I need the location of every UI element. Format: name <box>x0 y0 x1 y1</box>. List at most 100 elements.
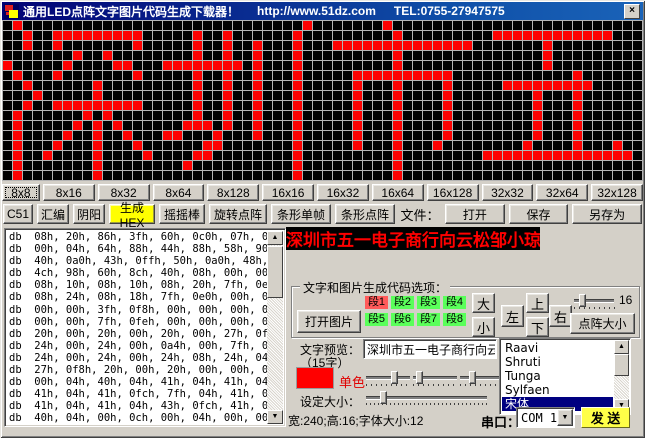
led-cell[interactable] <box>603 131 612 140</box>
move-right-button[interactable]: 右 <box>549 305 572 327</box>
move-left-button[interactable]: 左 <box>501 305 524 327</box>
led-cell[interactable] <box>313 131 322 140</box>
led-cell[interactable] <box>313 61 322 70</box>
led-cell[interactable] <box>303 91 312 100</box>
led-cell[interactable] <box>323 131 332 140</box>
led-cell[interactable] <box>123 41 132 50</box>
led-cell[interactable] <box>173 31 182 40</box>
led-cell[interactable] <box>323 31 332 40</box>
led-cell[interactable] <box>483 81 492 90</box>
led-cell[interactable] <box>273 91 282 100</box>
led-cell[interactable] <box>113 141 122 150</box>
led-cell[interactable] <box>413 141 422 150</box>
led-cell[interactable] <box>143 21 152 30</box>
led-cell[interactable] <box>363 71 372 80</box>
led-cell[interactable] <box>163 161 172 170</box>
led-cell[interactable] <box>523 121 532 130</box>
led-cell[interactable] <box>493 161 502 170</box>
led-cell[interactable] <box>213 61 222 70</box>
led-cell[interactable] <box>143 151 152 160</box>
led-cell[interactable] <box>83 91 92 100</box>
led-cell[interactable] <box>633 51 642 60</box>
led-cell[interactable] <box>213 141 222 150</box>
led-cell[interactable] <box>553 101 562 110</box>
led-cell[interactable] <box>553 41 562 50</box>
led-cell[interactable] <box>283 41 292 50</box>
led-cell[interactable] <box>183 101 192 110</box>
led-cell[interactable] <box>493 61 502 70</box>
led-cell[interactable] <box>203 101 212 110</box>
led-cell[interactable] <box>113 51 122 60</box>
led-cell[interactable] <box>493 71 502 80</box>
led-cell[interactable] <box>633 21 642 30</box>
led-cell[interactable] <box>503 21 512 30</box>
led-cell[interactable] <box>423 41 432 50</box>
led-cell[interactable] <box>283 101 292 110</box>
led-cell[interactable] <box>23 141 32 150</box>
led-cell[interactable] <box>233 161 242 170</box>
led-cell[interactable] <box>373 141 382 150</box>
led-cell[interactable] <box>613 81 622 90</box>
led-cell[interactable] <box>143 71 152 80</box>
led-cell[interactable] <box>303 111 312 120</box>
led-cell[interactable] <box>133 111 142 120</box>
led-cell[interactable] <box>213 161 222 170</box>
led-cell[interactable] <box>123 111 132 120</box>
led-cell[interactable] <box>223 31 232 40</box>
led-cell[interactable] <box>173 81 182 90</box>
led-cell[interactable] <box>133 21 142 30</box>
file-button-2[interactable]: 保存 <box>509 204 569 224</box>
led-cell[interactable] <box>73 91 82 100</box>
led-cell[interactable] <box>263 151 272 160</box>
led-cell[interactable] <box>143 161 152 170</box>
led-cell[interactable] <box>423 111 432 120</box>
led-cell[interactable] <box>63 171 72 180</box>
led-cell[interactable] <box>303 61 312 70</box>
led-cell[interactable] <box>473 41 482 50</box>
led-cell[interactable] <box>553 131 562 140</box>
led-cell[interactable] <box>583 161 592 170</box>
led-cell[interactable] <box>33 31 42 40</box>
led-cell[interactable] <box>633 151 642 160</box>
led-cell[interactable] <box>473 141 482 150</box>
led-cell[interactable] <box>203 51 212 60</box>
led-cell[interactable] <box>13 41 22 50</box>
led-cell[interactable] <box>493 91 502 100</box>
led-cell[interactable] <box>623 61 632 70</box>
led-cell[interactable] <box>483 71 492 80</box>
led-cell[interactable] <box>3 111 12 120</box>
led-cell[interactable] <box>603 111 612 120</box>
led-cell[interactable] <box>223 21 232 30</box>
led-cell[interactable] <box>153 171 162 180</box>
led-cell[interactable] <box>273 61 282 70</box>
led-cell[interactable] <box>543 141 552 150</box>
led-cell[interactable] <box>233 91 242 100</box>
led-cell[interactable] <box>383 161 392 170</box>
led-cell[interactable] <box>13 141 22 150</box>
led-cell[interactable] <box>203 31 212 40</box>
led-cell[interactable] <box>533 101 542 110</box>
led-cell[interactable] <box>413 111 422 120</box>
led-cell[interactable] <box>53 91 62 100</box>
led-cell[interactable] <box>373 51 382 60</box>
led-cell[interactable] <box>123 101 132 110</box>
led-cell[interactable] <box>513 71 522 80</box>
led-cell[interactable] <box>593 61 602 70</box>
led-cell[interactable] <box>613 91 622 100</box>
led-cell[interactable] <box>43 81 52 90</box>
led-cell[interactable] <box>573 21 582 30</box>
led-cell[interactable] <box>443 91 452 100</box>
led-cell[interactable] <box>103 31 112 40</box>
led-cell[interactable] <box>343 121 352 130</box>
led-cell[interactable] <box>293 101 302 110</box>
led-cell[interactable] <box>503 141 512 150</box>
led-cell[interactable] <box>333 171 342 180</box>
led-cell[interactable] <box>353 41 362 50</box>
led-cell[interactable] <box>523 31 532 40</box>
led-cell[interactable] <box>523 21 532 30</box>
led-cell[interactable] <box>173 61 182 70</box>
led-cell[interactable] <box>603 31 612 40</box>
led-cell[interactable] <box>503 61 512 70</box>
led-cell[interactable] <box>103 71 112 80</box>
led-cell[interactable] <box>453 81 462 90</box>
